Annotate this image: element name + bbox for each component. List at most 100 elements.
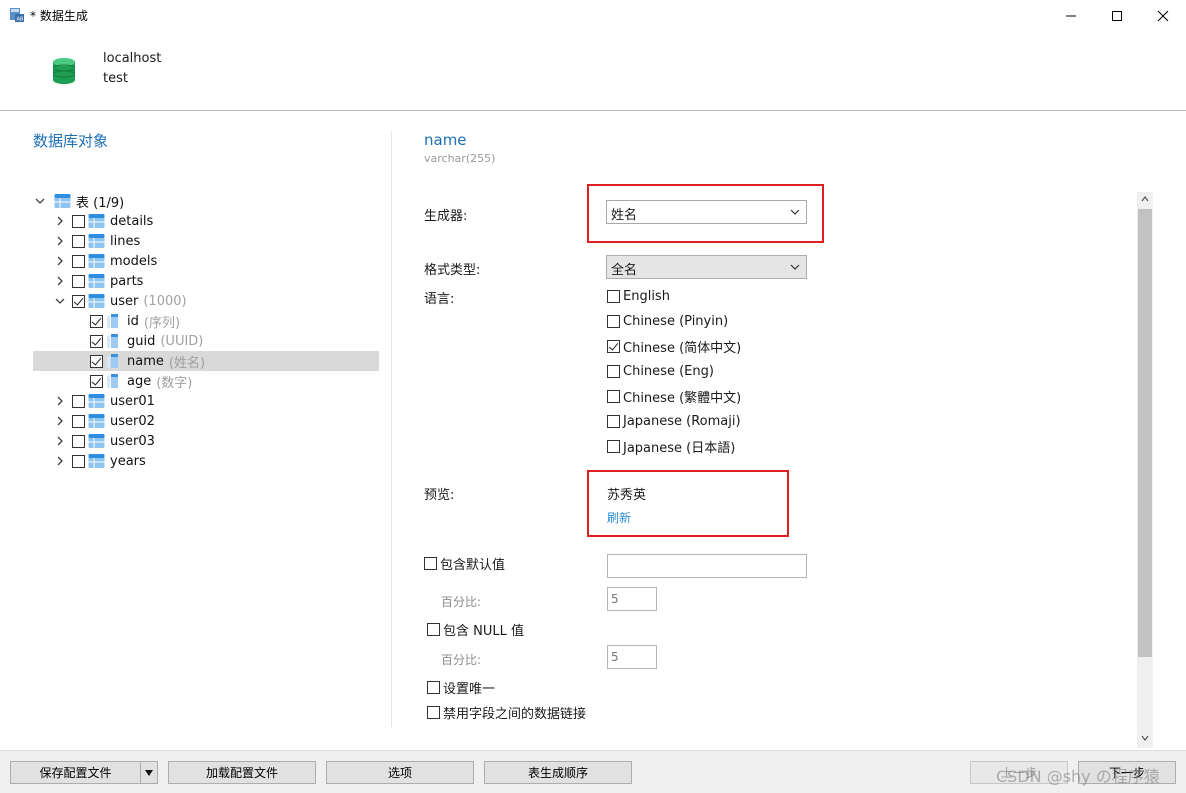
tree-table-user[interactable]: user (1000) [55, 291, 187, 311]
chevron-right-icon[interactable] [55, 276, 65, 286]
table-checkbox[interactable] [72, 294, 85, 308]
tree-table-lines[interactable]: lines [55, 231, 140, 251]
language-option-label: Chinese (繁體中文) [623, 390, 742, 406]
generator-select[interactable]: 姓名 [606, 200, 807, 224]
language-option[interactable]: Chinese (繁體中文) [607, 388, 742, 406]
language-checkbox[interactable] [607, 339, 620, 353]
tree-table-user03[interactable]: user03 [55, 431, 155, 451]
language-checkbox[interactable] [607, 414, 620, 428]
column-generator: (UUID) [160, 333, 204, 349]
scroll-up-icon[interactable] [1141, 196, 1149, 202]
chevron-right-icon[interactable] [55, 396, 65, 406]
tree-table-years[interactable]: years [55, 451, 146, 471]
table-icon [88, 434, 105, 448]
table-icon [88, 394, 105, 408]
tree-column-guid[interactable]: guid (UUID) [90, 331, 203, 351]
vertical-scrollbar[interactable] [1137, 192, 1153, 748]
tree-column-name[interactable]: name (姓名) [33, 351, 379, 371]
chevron-down-icon[interactable] [35, 196, 45, 206]
column-name: name [127, 353, 164, 369]
disable-link-box[interactable] [427, 705, 440, 719]
table-icon [88, 274, 105, 288]
include-null-checkbox[interactable]: 包含 NULL 值 [424, 621, 524, 639]
tree-column-id[interactable]: id (序列) [90, 311, 180, 331]
table-checkbox[interactable] [72, 254, 85, 268]
language-option[interactable]: Japanese (Romaji) [607, 413, 741, 429]
chevron-right-icon[interactable] [55, 436, 65, 446]
save-config-button[interactable]: 保存配置文件 [10, 761, 141, 784]
include-default-box[interactable] [424, 556, 437, 570]
tree-table-details[interactable]: details [55, 211, 153, 231]
database-objects-title: 数据库对象 [33, 132, 109, 150]
language-checkbox[interactable] [607, 314, 620, 328]
table-name: lines [110, 233, 141, 249]
minimize-button[interactable] [1048, 0, 1094, 31]
table-name: parts [110, 273, 144, 289]
tree-root-tables[interactable]: 表 (1/9) [35, 191, 124, 211]
unique-box[interactable] [427, 680, 440, 694]
language-checkbox[interactable] [607, 389, 620, 403]
tree-table-models[interactable]: models [55, 251, 157, 271]
column-checkbox[interactable] [90, 354, 103, 368]
default-value-input[interactable] [607, 554, 807, 578]
percent-input-default[interactable]: 5 [607, 587, 657, 611]
tree-table-user02[interactable]: user02 [55, 411, 155, 431]
format-label: 格式类型: [424, 263, 481, 278]
format-select[interactable]: 全名 [606, 255, 807, 279]
language-checkbox[interactable] [607, 289, 620, 303]
save-config-dropdown[interactable] [140, 761, 158, 784]
app-icon: AB [10, 8, 24, 23]
window-title: * 数据生成 [30, 9, 88, 23]
chevron-right-icon[interactable] [55, 216, 65, 226]
scroll-down-icon[interactable] [1141, 735, 1149, 741]
table-checkbox[interactable] [72, 414, 85, 428]
include-default-label: 包含默认值 [440, 557, 506, 573]
close-button[interactable] [1140, 0, 1186, 31]
table-checkbox[interactable] [72, 214, 85, 228]
tree-table-user01[interactable]: user01 [55, 391, 155, 411]
include-default-checkbox[interactable]: 包含默认值 [424, 555, 506, 573]
load-config-button[interactable]: 加载配置文件 [168, 761, 316, 784]
tree-table-parts[interactable]: parts [55, 271, 143, 291]
language-option[interactable]: Chinese (Eng) [607, 363, 714, 379]
table-checkbox[interactable] [72, 434, 85, 448]
minimize-icon [1066, 15, 1076, 17]
language-option-label: Chinese (简体中文) [623, 340, 742, 356]
language-option[interactable]: Chinese (Pinyin) [607, 313, 728, 329]
language-label: 语言: [424, 292, 455, 307]
unique-checkbox[interactable]: 设置唯一 [424, 679, 495, 697]
column-checkbox[interactable] [90, 314, 103, 328]
language-option[interactable]: English [607, 288, 670, 304]
chevron-right-icon[interactable] [55, 456, 65, 466]
refresh-link[interactable]: 刷新 [607, 509, 631, 526]
language-option[interactable]: Chinese (简体中文) [607, 338, 742, 356]
chevron-right-icon[interactable] [55, 236, 65, 246]
language-option[interactable]: Japanese (日本語) [607, 438, 736, 456]
chevron-down-icon[interactable] [55, 296, 65, 306]
column-checkbox[interactable] [90, 374, 103, 388]
table-order-button[interactable]: 表生成顺序 [484, 761, 632, 784]
table-name: user [110, 293, 139, 309]
connection-header: localhost test [0, 31, 1186, 111]
table-icon [88, 454, 105, 468]
chevron-right-icon[interactable] [55, 256, 65, 266]
table-checkbox[interactable] [72, 234, 85, 248]
table-checkbox[interactable] [72, 454, 85, 468]
include-null-label: 包含 NULL 值 [443, 623, 524, 639]
percent-input-null[interactable]: 5 [607, 645, 657, 669]
close-icon [1157, 10, 1169, 22]
scroll-thumb[interactable] [1138, 209, 1152, 657]
options-button[interactable]: 选项 [326, 761, 474, 784]
language-checkbox[interactable] [607, 364, 620, 378]
language-option-label: Japanese (日本語) [623, 440, 736, 456]
chevron-right-icon[interactable] [55, 416, 65, 426]
maximize-button[interactable] [1094, 0, 1140, 31]
table-checkbox[interactable] [72, 274, 85, 288]
disable-link-checkbox[interactable]: 禁用字段之间的数据链接 [424, 704, 586, 722]
tree-column-age[interactable]: age (数字) [90, 371, 192, 391]
table-checkbox[interactable] [72, 394, 85, 408]
column-checkbox[interactable] [90, 334, 103, 348]
include-null-box[interactable] [427, 622, 440, 636]
language-checkbox[interactable] [607, 439, 620, 453]
generator-label: 生成器: [424, 209, 468, 224]
